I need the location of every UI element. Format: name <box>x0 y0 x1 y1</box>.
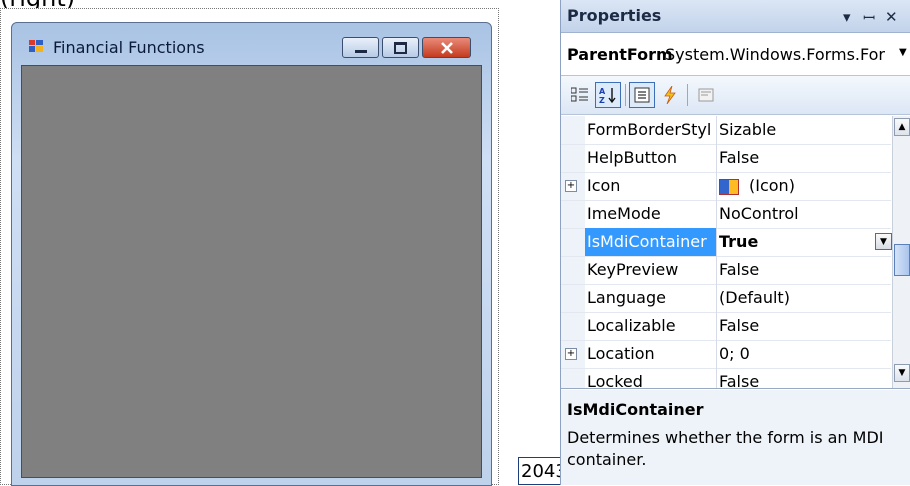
property-row[interactable]: HelpButton False <box>561 144 891 173</box>
properties-titlebar[interactable]: Properties ▾ ꟷ ✕ <box>561 0 910 33</box>
property-value[interactable]: False <box>719 312 891 340</box>
object-type: System.Windows.Forms.For <box>665 45 885 64</box>
dropdown-arrow-icon[interactable]: ▾ <box>843 8 851 26</box>
categorized-button[interactable] <box>567 82 593 108</box>
property-name: Location <box>585 340 717 368</box>
property-name: Localizable <box>585 312 717 340</box>
property-name: Locked <box>585 368 717 388</box>
property-grid[interactable]: FormBorderStyl Sizable HelpButton False … <box>561 116 910 389</box>
form-designer-surface[interactable]: Financial Functions <box>0 8 499 486</box>
chevron-down-icon: ▼ <box>899 47 907 58</box>
property-grid-scrollbar[interactable]: ▲ ▼ <box>892 116 910 388</box>
mdi-client-area[interactable] <box>21 65 482 478</box>
chevron-up-icon: ▲ <box>898 122 906 132</box>
expand-icon[interactable]: + <box>565 180 577 192</box>
scroll-up-button[interactable]: ▲ <box>894 118 910 136</box>
maximize-icon <box>394 41 407 54</box>
maximize-button[interactable] <box>382 37 419 58</box>
object-name: ParentForm <box>567 45 673 64</box>
property-value[interactable]: False <box>719 144 891 172</box>
property-name: IsMdiContainer <box>585 228 717 256</box>
svg-text:A: A <box>599 87 606 96</box>
property-name: ImeMode <box>585 200 717 228</box>
property-value[interactable]: True <box>719 228 891 256</box>
property-value[interactable]: NoControl <box>719 200 891 228</box>
property-name: FormBorderStyl <box>585 116 717 144</box>
property-row[interactable]: + Icon (Icon) <box>561 172 891 201</box>
property-row[interactable]: Locked False <box>561 368 891 388</box>
property-value[interactable]: (Default) <box>719 284 891 312</box>
property-name: HelpButton <box>585 144 717 172</box>
property-name: Icon <box>585 172 717 200</box>
property-name: KeyPreview <box>585 256 717 284</box>
property-row[interactable]: Language (Default) <box>561 284 891 313</box>
close-icon <box>440 41 453 54</box>
property-value[interactable]: 0; 0 <box>719 340 891 368</box>
pin-icon[interactable]: ꟷ <box>863 8 875 28</box>
categorized-icon <box>571 87 588 102</box>
property-row[interactable]: KeyPreview False <box>561 256 891 285</box>
chevron-down-icon: ▼ <box>898 368 906 378</box>
form-icon <box>29 40 43 52</box>
icon-preview-icon <box>719 178 739 195</box>
scroll-thumb[interactable] <box>894 244 910 276</box>
icon-value-text: (Icon) <box>749 176 795 195</box>
object-selector[interactable]: ParentForm System.Windows.Forms.For ▼ <box>561 37 910 76</box>
property-row-selected[interactable]: IsMdiContainer True ▼ <box>561 228 892 257</box>
property-pages-button[interactable] <box>693 82 719 108</box>
form-window[interactable]: Financial Functions <box>11 22 492 486</box>
minimize-button[interactable] <box>342 37 379 58</box>
property-row[interactable]: ImeMode NoControl <box>561 200 891 229</box>
property-row[interactable]: Localizable False <box>561 312 891 341</box>
properties-icon <box>634 87 650 103</box>
chevron-down-icon: ▼ <box>880 236 887 247</box>
expand-icon[interactable]: + <box>565 348 577 360</box>
minimize-icon <box>354 50 367 53</box>
properties-title: Properties <box>567 6 662 25</box>
properties-button[interactable] <box>629 82 655 108</box>
description-title: IsMdiContainer <box>567 400 704 419</box>
alphabetical-icon: A Z <box>599 87 616 104</box>
events-button[interactable] <box>657 82 683 108</box>
scroll-down-button[interactable]: ▼ <box>894 364 910 382</box>
property-row[interactable]: FormBorderStyl Sizable <box>561 116 891 145</box>
alphabetical-button[interactable]: A Z <box>595 82 621 108</box>
form-titlebar[interactable]: Financial Functions <box>12 23 491 63</box>
close-icon[interactable]: ✕ <box>885 8 898 26</box>
property-value[interactable]: False <box>719 256 891 284</box>
property-pages-icon <box>698 88 714 102</box>
property-value[interactable]: False <box>719 368 891 388</box>
description-pane: IsMdiContainer Determines whether the fo… <box>561 390 910 485</box>
properties-toolbar: A Z <box>561 76 910 115</box>
property-value[interactable]: (Icon) <box>719 172 891 200</box>
value-dropdown-button[interactable]: ▼ <box>875 233 892 250</box>
property-row[interactable]: + Location 0; 0 <box>561 340 891 369</box>
form-title: Financial Functions <box>53 38 205 57</box>
events-icon <box>664 86 676 104</box>
svg-text:Z: Z <box>599 96 605 104</box>
properties-panel: Properties ▾ ꟷ ✕ ParentForm System.Windo… <box>560 0 910 485</box>
property-value[interactable]: Sizable <box>719 116 891 144</box>
property-name: Language <box>585 284 717 312</box>
close-button[interactable] <box>422 37 471 58</box>
description-text: Determines whether the form is an MDI co… <box>567 428 884 469</box>
